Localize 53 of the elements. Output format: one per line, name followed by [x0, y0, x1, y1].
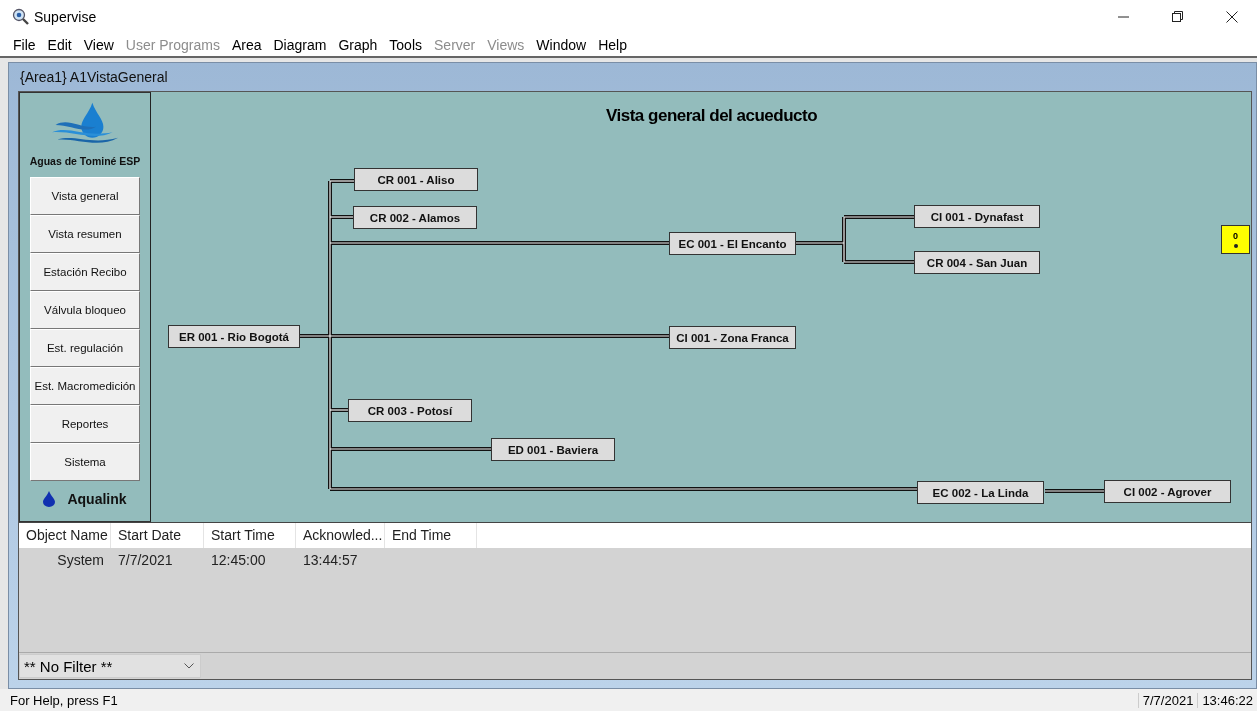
child-window-title: {Area1} A1VistaGeneral: [20, 69, 168, 85]
column-header[interactable]: Object Name: [19, 523, 111, 548]
diagram-title: Vista general del acueducto: [606, 106, 818, 126]
nav-button[interactable]: Vista general: [30, 177, 140, 215]
station-node[interactable]: CR 001 - Aliso: [354, 168, 478, 191]
menu-item[interactable]: Graph: [332, 37, 384, 53]
station-node[interactable]: EC 001 - El Encanto: [669, 232, 796, 255]
column-header[interactable]: End Time: [385, 523, 477, 548]
chevron-down-icon: [184, 663, 194, 669]
nav-button[interactable]: Vista resumen: [30, 215, 140, 253]
nav-button[interactable]: Est. Macromedición: [30, 367, 140, 405]
station-node[interactable]: ER 001 - Rio Bogotá: [168, 325, 300, 348]
menu-item[interactable]: Edit: [41, 37, 78, 53]
nav-button[interactable]: Sistema: [30, 443, 140, 481]
column-header[interactable]: Start Date: [111, 523, 204, 548]
station-node[interactable]: CI 001 - Dynafast: [914, 205, 1040, 228]
station-node[interactable]: EC 002 - La Linda: [917, 481, 1044, 504]
menu-item[interactable]: Help: [592, 37, 633, 53]
menu-item[interactable]: View: [77, 37, 120, 53]
status-date: 7/7/2021: [1137, 692, 1198, 708]
app-icon: [12, 8, 30, 26]
pipe-line: [1045, 489, 1104, 493]
menu-item[interactable]: File: [7, 37, 42, 53]
nav-button[interactable]: Est. regulación: [30, 329, 140, 367]
station-node[interactable]: CR 002 - Alamos: [353, 206, 477, 229]
station-node[interactable]: CR 003 - Potosí: [348, 399, 472, 422]
window-title: Supervise: [34, 9, 97, 25]
table-cell-text: System: [56, 552, 105, 568]
status-help-text: For Help, press F1: [9, 692, 119, 708]
menu-item[interactable]: Area: [225, 37, 268, 53]
nav-button[interactable]: Reportes: [30, 405, 140, 443]
water-drop-icon: [43, 491, 56, 507]
filter-dropdown[interactable]: ** No Filter **: [19, 654, 201, 678]
station-node[interactable]: CI 002 - Agrover: [1104, 480, 1231, 503]
menu-item[interactable]: Tools: [383, 37, 428, 53]
restore-icon[interactable]: [1172, 11, 1184, 23]
station-node[interactable]: ED 001 - Baviera: [491, 438, 615, 461]
menu-item[interactable]: Diagram: [267, 37, 333, 53]
table-cell-text: 13:44:57: [302, 552, 359, 568]
table-cell-text: 7/7/2021: [117, 552, 174, 568]
table-cell-text: 12:45:00: [210, 552, 267, 568]
menu-item[interactable]: Window: [530, 37, 593, 53]
station-node[interactable]: CR 004 - San Juan: [914, 251, 1040, 274]
nav-button[interactable]: Estación Recibo: [30, 253, 140, 291]
company-name: Aguas de Tominé ESP: [29, 155, 141, 167]
column-header[interactable]: Start Time: [204, 523, 296, 548]
nav-button[interactable]: Válvula bloqueo: [30, 291, 140, 329]
station-node[interactable]: CI 001 - Zona Franca: [669, 326, 796, 349]
close-icon[interactable]: [1226, 11, 1238, 23]
column-header[interactable]: Acknowled...: [296, 523, 385, 548]
brand-name: Aqualink: [67, 491, 127, 507]
status-time: 13:46:22: [1197, 692, 1257, 708]
status-indicator: 0: [1221, 225, 1250, 254]
